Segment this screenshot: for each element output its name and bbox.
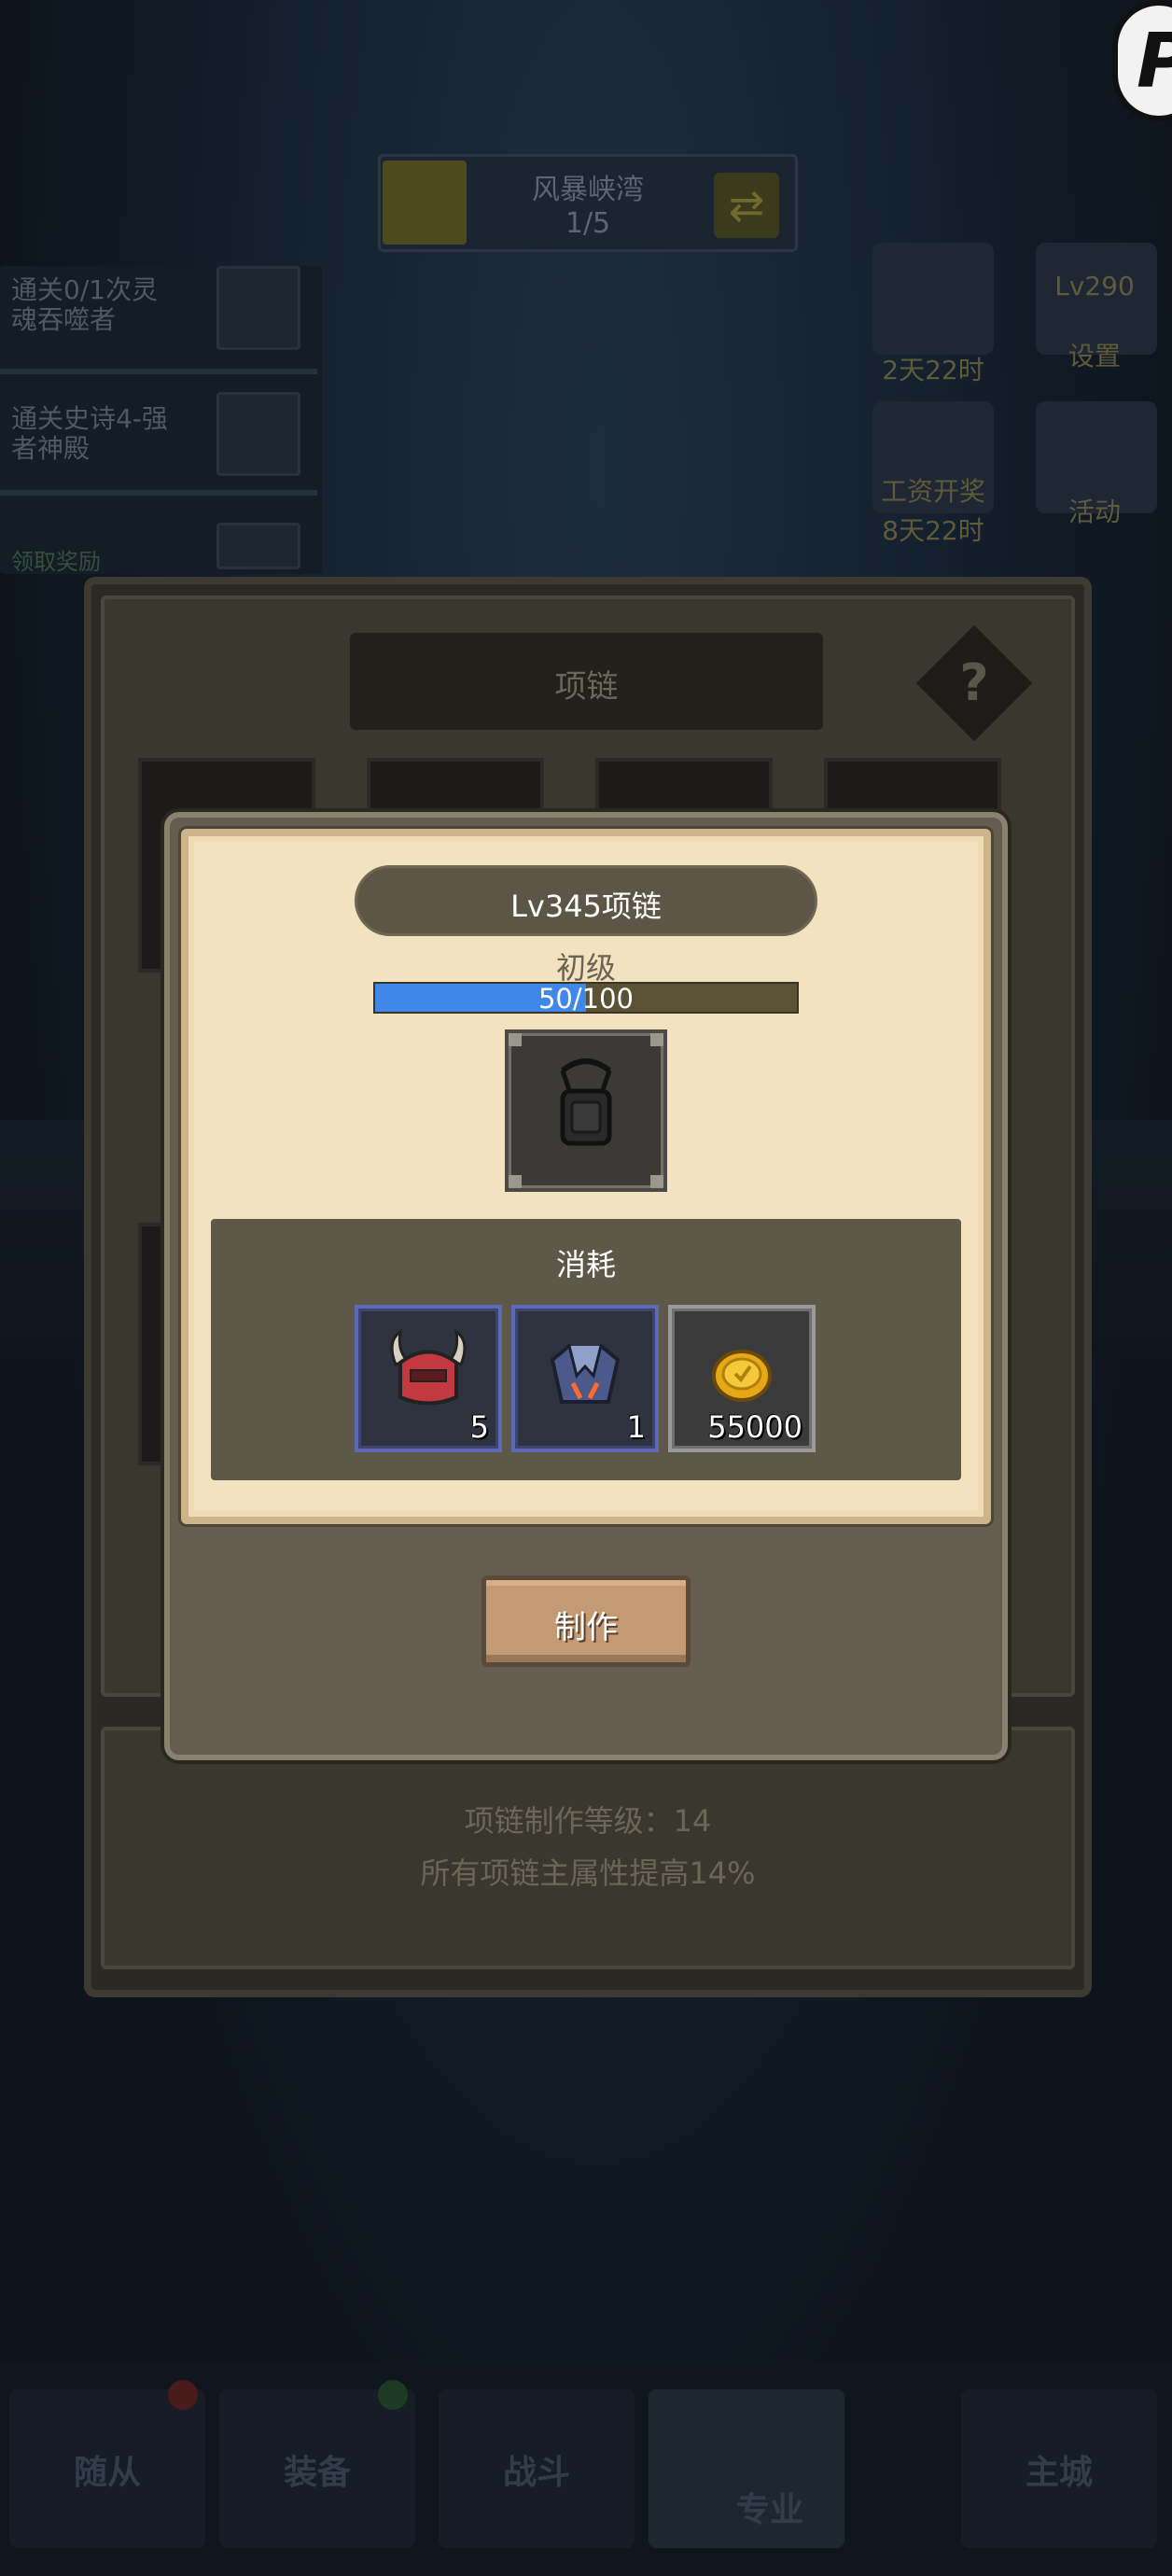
notification-dot bbox=[168, 2380, 198, 2410]
quest-item[interactable]: 通关史诗4-强 者神殿 bbox=[11, 404, 168, 464]
quest-reward-box bbox=[216, 392, 300, 476]
quest-line: 魂吞噬者 bbox=[11, 304, 117, 335]
item-preview-slot[interactable] bbox=[505, 1029, 667, 1192]
craft-level-text: 项链制作等级：14 bbox=[464, 1803, 712, 1839]
salary-label: 工资开奖 bbox=[880, 476, 985, 507]
crafting-info-panel bbox=[101, 1727, 1075, 1969]
quest-line: 者神殿 bbox=[11, 433, 91, 464]
divider bbox=[0, 369, 317, 374]
material-slot[interactable]: 5 bbox=[355, 1305, 502, 1452]
quest-reward-box bbox=[216, 523, 300, 569]
material-slot[interactable]: 1 bbox=[511, 1305, 659, 1452]
crafting-title: 项链 bbox=[554, 668, 619, 706]
material-slot[interactable]: 55000 bbox=[668, 1305, 816, 1452]
modal-title: Lv345项链 bbox=[510, 889, 662, 924]
salary-timer: 8天22时 bbox=[882, 515, 984, 546]
divider bbox=[0, 490, 317, 496]
stage-count: 1/5 bbox=[565, 207, 611, 240]
quest-reward-box bbox=[216, 266, 300, 350]
craft-button-label: 制作 bbox=[554, 1609, 618, 1646]
app-badge: P bbox=[1112, 0, 1172, 121]
event-timer: 2天22时 bbox=[882, 355, 984, 385]
material-count: 5 bbox=[469, 1409, 489, 1445]
craft-bonus-text: 所有项链主属性提高14% bbox=[420, 1855, 756, 1891]
progress-text: 50/100 bbox=[537, 983, 635, 1015]
nav-profession-label: 专业 bbox=[735, 2491, 803, 2529]
material-count: 55000 bbox=[707, 1409, 802, 1445]
quest-line: 通关0/1次灵 bbox=[11, 274, 159, 305]
event-icon[interactable] bbox=[872, 243, 994, 355]
help-icon: ? bbox=[959, 653, 989, 712]
stage-thumbnail bbox=[383, 161, 467, 245]
level-label: Lv290 bbox=[1054, 271, 1135, 301]
material-count: 1 bbox=[626, 1409, 646, 1445]
notification-dot bbox=[378, 2380, 408, 2410]
swap-icon[interactable]: ⇄ bbox=[714, 173, 779, 238]
nav-main-city-label: 主城 bbox=[1025, 2454, 1093, 2492]
consume-title: 消耗 bbox=[555, 1247, 616, 1282]
quest-item[interactable]: 通关0/1次灵 魂吞噬者 bbox=[11, 275, 158, 335]
settings-label: 设置 bbox=[1067, 341, 1121, 371]
necklace-icon bbox=[560, 1058, 612, 1146]
activity-label: 活动 bbox=[1067, 497, 1121, 527]
stage-title: 风暴峡湾 bbox=[532, 174, 644, 206]
nav-followers-label: 随从 bbox=[73, 2454, 141, 2492]
nav-equipment-label: 装备 bbox=[283, 2454, 351, 2492]
nav-battle-label: 战斗 bbox=[502, 2454, 570, 2492]
quest-line: 通关史诗4-强 bbox=[11, 403, 168, 434]
quest-item[interactable]: 领取奖励 bbox=[11, 547, 101, 577]
